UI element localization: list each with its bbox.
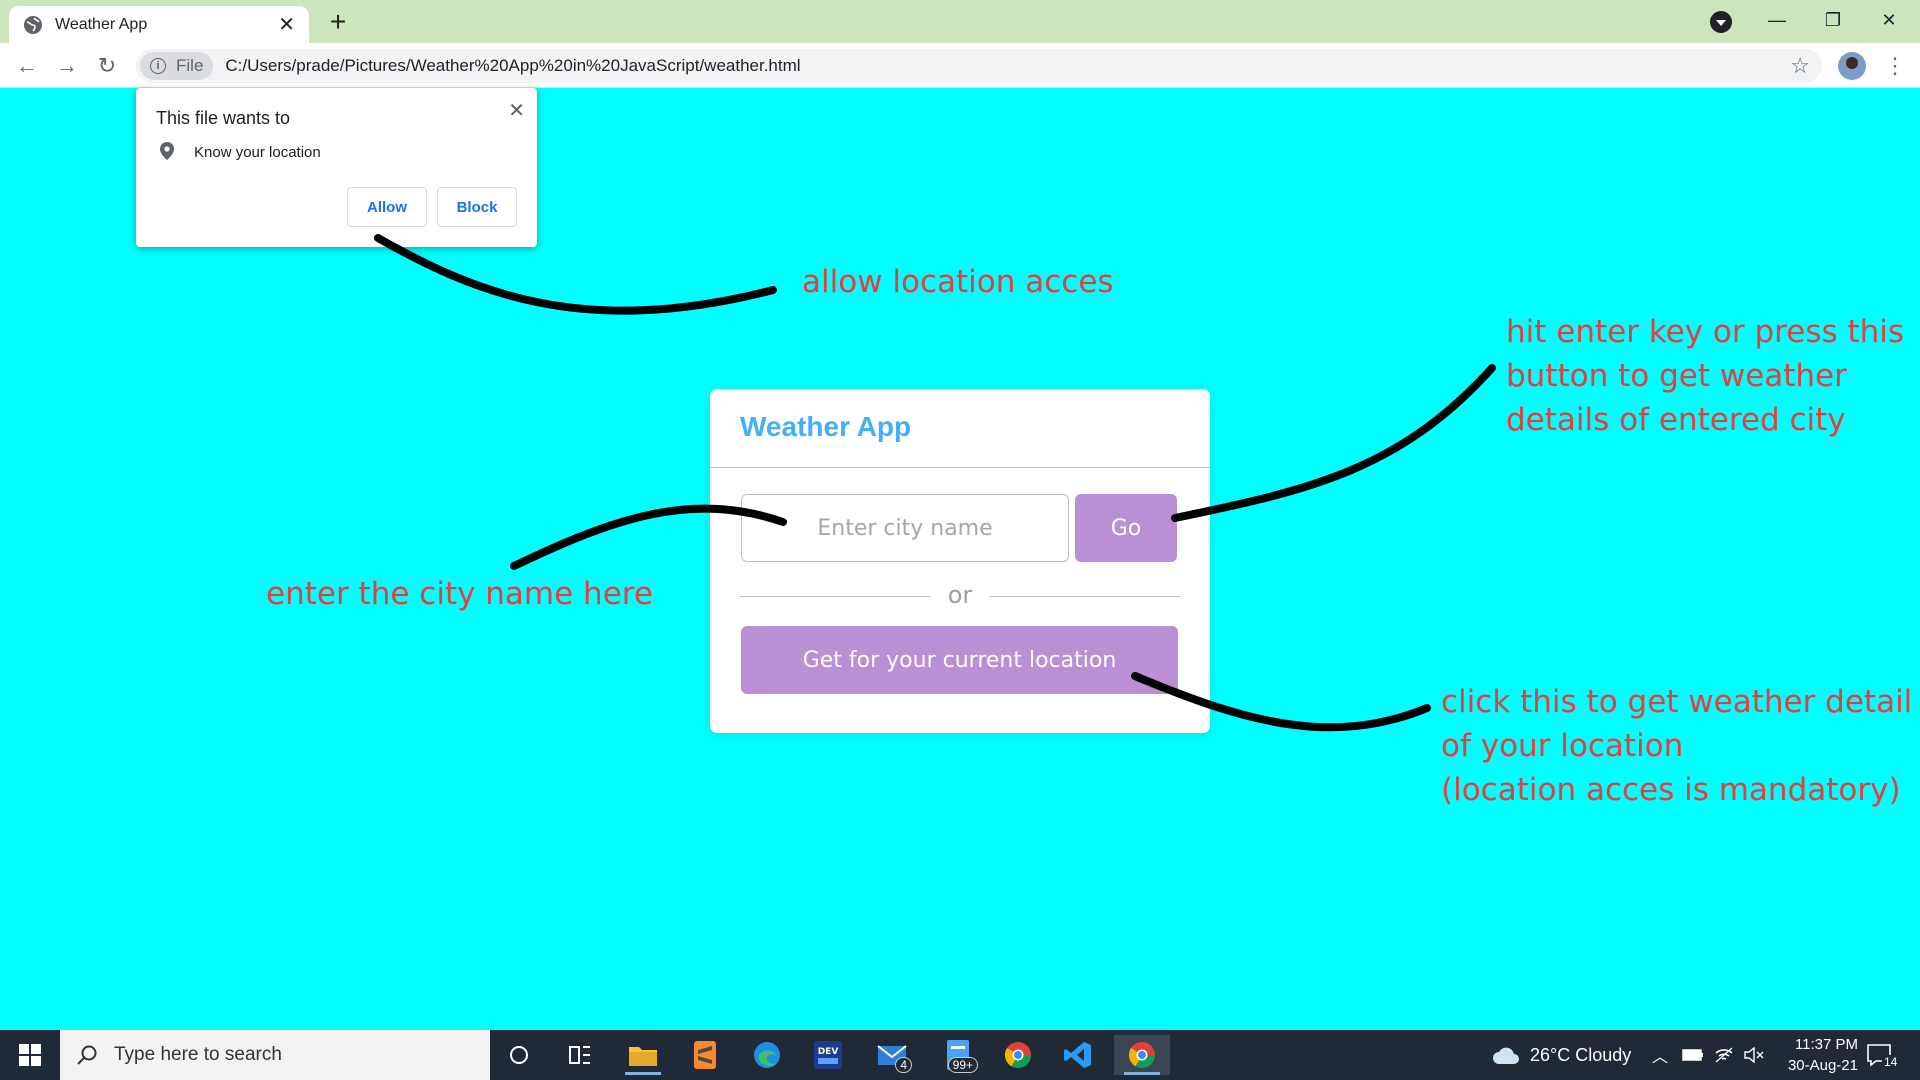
files-badge: 99+: [947, 1057, 978, 1073]
search-icon: [77, 1045, 97, 1065]
menu-kebab-icon[interactable]: ⋮: [1880, 51, 1910, 81]
notification-center-icon[interactable]: 14: [1866, 1030, 1900, 1080]
url-scheme-label: File: [176, 56, 204, 75]
site-info-chip[interactable]: i File: [140, 52, 214, 80]
back-arrow-icon[interactable]: ←: [12, 51, 42, 81]
block-button[interactable]: Block: [437, 187, 517, 227]
close-window-button[interactable]: ✕: [1864, 4, 1914, 36]
city-input[interactable]: [741, 494, 1069, 562]
mail-icon[interactable]: 4: [870, 1035, 914, 1075]
address-bar[interactable]: i File C:/Users/prade/Pictures/Weather%2…: [136, 49, 1822, 83]
dev-app-icon[interactable]: DEV: [806, 1035, 850, 1075]
info-icon: i: [150, 58, 166, 74]
windows-logo-icon: [19, 1044, 41, 1066]
annotation-city-input: enter the city name here: [266, 576, 653, 612]
chrome-profile-icon[interactable]: [996, 1035, 1040, 1075]
start-button[interactable]: [0, 1030, 60, 1080]
tab-title: Weather App: [55, 15, 148, 33]
current-location-button[interactable]: Get for your current location: [741, 626, 1178, 694]
annotation-location-button: click this to get weather detail of your…: [1441, 684, 1913, 808]
url-text[interactable]: C:/Users/prade/Pictures/Weather%20App%20…: [225, 56, 1790, 76]
cloud-icon: [1493, 1047, 1519, 1064]
notification-count: 14: [1882, 1055, 1900, 1069]
bookmark-star-icon[interactable]: ☆: [1790, 53, 1810, 79]
popup-title: This file wants to: [156, 108, 291, 128]
minimize-button[interactable]: —: [1752, 4, 1802, 36]
annotation-go-button: hit enter key or press this button to ge…: [1506, 314, 1905, 438]
windows-taskbar: Type here to search DEV 4 99+ 26°C Cloud…: [0, 1030, 1920, 1080]
svg-text:DEV: DEV: [818, 1047, 839, 1057]
annotation-allow: allow location acces: [802, 264, 1114, 300]
file-manager-icon[interactable]: 99+: [936, 1035, 980, 1075]
mail-badge: 4: [895, 1057, 912, 1073]
edge-browser-icon[interactable]: [745, 1035, 789, 1075]
wifi-icon[interactable]: [1714, 1030, 1734, 1080]
new-tab-button[interactable]: +: [322, 6, 354, 38]
tab-strip: Weather App ✕ + — ❐ ✕: [0, 0, 1920, 43]
active-indicator: [625, 1072, 661, 1075]
volume-muted-icon[interactable]: [1744, 1030, 1764, 1080]
sublime-text-icon[interactable]: [683, 1035, 727, 1075]
go-button[interactable]: Go: [1075, 494, 1177, 562]
forward-arrow-icon[interactable]: →: [52, 51, 82, 81]
cortana-icon[interactable]: [497, 1035, 541, 1075]
taskbar-search-placeholder: Type here to search: [114, 1044, 282, 1065]
weather-text: 26°C Cloudy: [1530, 1044, 1632, 1065]
app-title: Weather App: [740, 411, 912, 442]
or-label: or: [947, 581, 973, 609]
browser-toolbar: ← → ↻ i File C:/Users/prade/Pictures/Wea…: [0, 43, 1920, 88]
active-indicator: [1124, 1072, 1160, 1075]
popup-close-icon[interactable]: ✕: [508, 98, 525, 123]
vscode-icon[interactable]: [1056, 1035, 1100, 1075]
profile-avatar[interactable]: [1838, 52, 1866, 80]
task-view-icon[interactable]: [558, 1035, 602, 1075]
globe-icon: [24, 15, 42, 34]
header-divider: [710, 467, 1210, 468]
location-pin-icon: [160, 142, 174, 160]
restore-button[interactable]: ❐: [1808, 4, 1858, 36]
arrow-stroke-go: [1171, 364, 1496, 522]
tab-weather-app[interactable]: Weather App ✕: [9, 6, 309, 43]
clock-date: 30-Aug-21: [1787, 1057, 1858, 1074]
hidden-icons-chevron-icon[interactable]: ︿: [1652, 1030, 1668, 1080]
arrow-stroke-allow: [374, 234, 777, 315]
file-explorer-icon[interactable]: [621, 1035, 665, 1075]
permission-request-text: Know your location: [194, 144, 321, 161]
chrome-active-icon[interactable]: [1114, 1035, 1170, 1075]
reload-icon[interactable]: ↻: [92, 51, 122, 81]
system-clock[interactable]: 11:37 PM 30-Aug-21: [1768, 1034, 1858, 1076]
clock-time: 11:37 PM: [1794, 1036, 1858, 1053]
allow-button[interactable]: Allow: [347, 187, 427, 227]
tab-search-icon[interactable]: [1710, 11, 1732, 33]
location-permission-popup: This file wants to ✕ Know your location …: [136, 88, 537, 247]
or-separator: or: [740, 581, 1180, 611]
taskbar-search-box[interactable]: Type here to search: [60, 1030, 490, 1080]
tab-close-icon[interactable]: ✕: [278, 15, 295, 35]
weather-widget[interactable]: 26°C Cloudy: [1492, 1030, 1631, 1080]
weather-app-card: Weather App Go or Get for your current l…: [710, 389, 1210, 733]
battery-icon[interactable]: [1682, 1030, 1704, 1080]
